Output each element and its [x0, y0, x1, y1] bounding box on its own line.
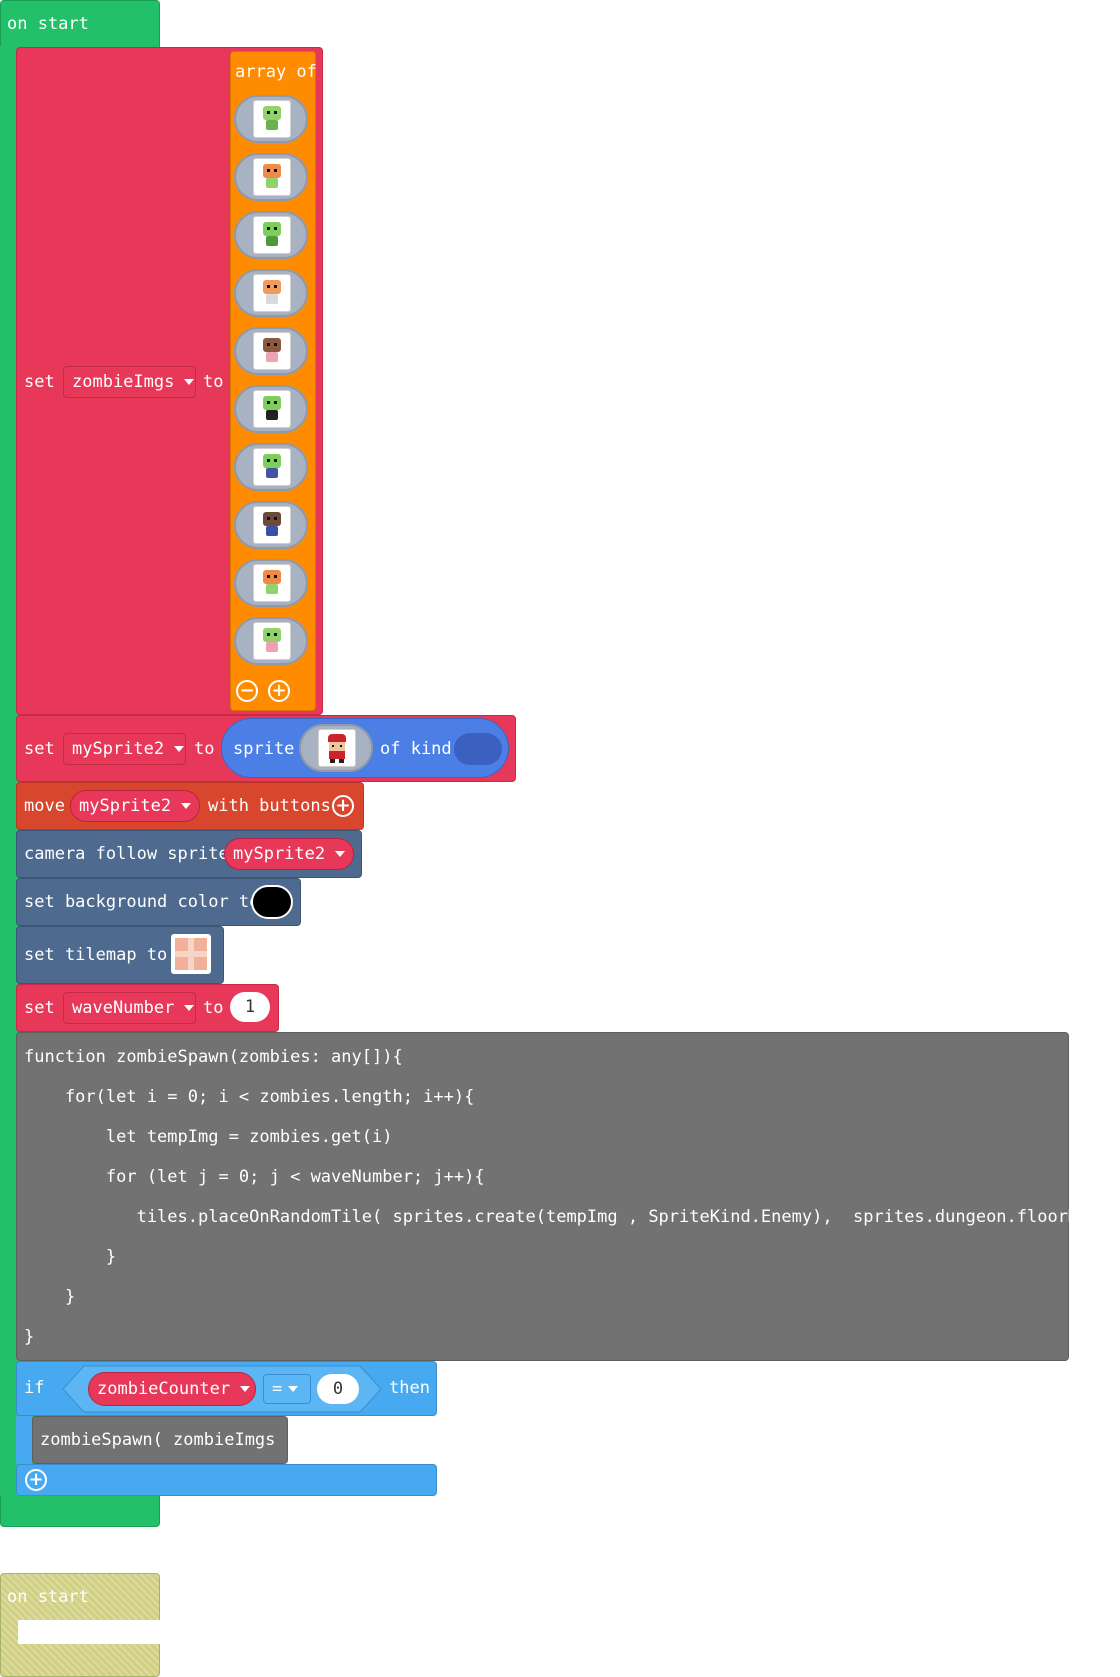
zombie-3-icon [253, 216, 291, 254]
to-keyword: to [203, 998, 224, 1018]
chevron-down-icon [184, 379, 195, 385]
array-image-slot[interactable] [234, 211, 308, 259]
variable-dropdown-mysprite2-move[interactable]: mySprite2 [70, 790, 200, 822]
array-image-slot[interactable] [234, 617, 308, 665]
player-sprite-slot[interactable] [299, 724, 373, 772]
zombie-5-icon [253, 332, 291, 370]
array-image-slot[interactable] [234, 443, 308, 491]
to-keyword: to [194, 739, 215, 759]
variable-name: zombieCounter [97, 1379, 231, 1399]
variable-name: mySprite2 [72, 739, 165, 759]
kind-dropdown[interactable] [454, 733, 502, 765]
array-image-slot[interactable] [234, 559, 308, 607]
set-keyword: set [24, 739, 55, 759]
chevron-down-icon [174, 746, 185, 752]
array-image-slot[interactable] [234, 269, 308, 317]
code-line: } [24, 1247, 117, 1267]
on-start-label: on start [7, 14, 89, 34]
background-color-label: set background color to [24, 892, 260, 912]
to-keyword: to [203, 372, 224, 392]
zombie-10-icon [253, 622, 291, 660]
array-of-label: array of [235, 62, 317, 82]
if-keyword: if [24, 1378, 45, 1398]
then-keyword: then [389, 1378, 430, 1398]
sprite-keyword: sprite [233, 739, 295, 759]
array-image-slot[interactable] [234, 95, 308, 143]
chevron-down-icon [288, 1386, 299, 1392]
variable-dropdown-zombieimgs[interactable]: zombieImgs [63, 366, 196, 398]
move-keyword: move [24, 796, 65, 816]
code-line: for (let j = 0; j < waveNumber; j++){ [24, 1167, 485, 1187]
chevron-down-icon [181, 803, 192, 809]
if-block-footer [16, 1464, 437, 1496]
code-line: } [24, 1287, 76, 1307]
comparison-value[interactable]: 0 [317, 1374, 359, 1404]
set-keyword: set [24, 372, 55, 392]
array-image-slot[interactable] [234, 327, 308, 375]
operator-dropdown[interactable]: = [263, 1374, 311, 1404]
tilemap-icon[interactable] [171, 934, 211, 974]
variable-name: waveNumber [72, 998, 175, 1018]
variable-name: zombieImgs [72, 372, 175, 392]
code-line: tiles.placeOnRandomTile( sprites.create(… [24, 1207, 1120, 1227]
zombie-spawn-call-text: zombieSpawn( zombieImgs ) [40, 1430, 296, 1450]
zombie-1-icon [253, 100, 291, 138]
with-buttons-keyword: with buttons [208, 796, 331, 816]
if-block-spine [16, 1416, 32, 1464]
disabled-on-start-label: on start [7, 1587, 89, 1607]
zombie-6-icon [253, 390, 291, 428]
variable-dropdown-wavenumber[interactable]: waveNumber [63, 992, 196, 1024]
variable-dropdown-mysprite2[interactable]: mySprite2 [63, 733, 186, 765]
wave-number-value[interactable]: 1 [230, 992, 270, 1022]
array-of-block[interactable] [230, 51, 316, 711]
zombie-2-icon [253, 158, 291, 196]
of-kind-keyword: of kind [380, 739, 452, 759]
disabled-block-notch [18, 1620, 160, 1644]
array-image-slot[interactable] [234, 501, 308, 549]
expand-plus-icon[interactable]: + [332, 795, 354, 817]
operator-symbol: = [272, 1379, 283, 1399]
variable-dropdown-zombiecounter[interactable]: zombieCounter [88, 1372, 256, 1406]
code-line: } [24, 1327, 35, 1347]
zombie-8-icon [253, 506, 291, 544]
array-image-slot[interactable] [234, 153, 308, 201]
variable-name: mySprite2 [79, 796, 172, 816]
set-keyword: set [24, 998, 55, 1018]
remove-item-icon[interactable]: − [236, 680, 258, 702]
tilemap-label: set tilemap to [24, 945, 168, 965]
array-image-slot[interactable] [234, 385, 308, 433]
code-line: function zombieSpawn(zombies: any[]){ [24, 1047, 403, 1067]
zombie-9-icon [253, 564, 291, 602]
chevron-down-icon [184, 1005, 195, 1011]
code-line: let tempImg = zombies.get(i) [24, 1127, 393, 1147]
variable-name: mySprite2 [233, 844, 326, 864]
add-item-icon[interactable]: + [268, 680, 290, 702]
add-else-icon[interactable]: + [25, 1469, 47, 1491]
chevron-down-icon [240, 1386, 251, 1392]
zombie-7-icon [253, 448, 291, 486]
camera-follow-label: camera follow sprite [24, 844, 229, 864]
zombie-4-icon [253, 274, 291, 312]
javascript-code-block[interactable] [16, 1032, 1069, 1361]
chevron-down-icon [335, 851, 346, 857]
code-line: for(let i = 0; i < zombies.length; i++){ [24, 1087, 475, 1107]
color-swatch[interactable] [251, 885, 293, 919]
variable-dropdown-mysprite2-camera[interactable]: mySprite2 [224, 838, 354, 870]
